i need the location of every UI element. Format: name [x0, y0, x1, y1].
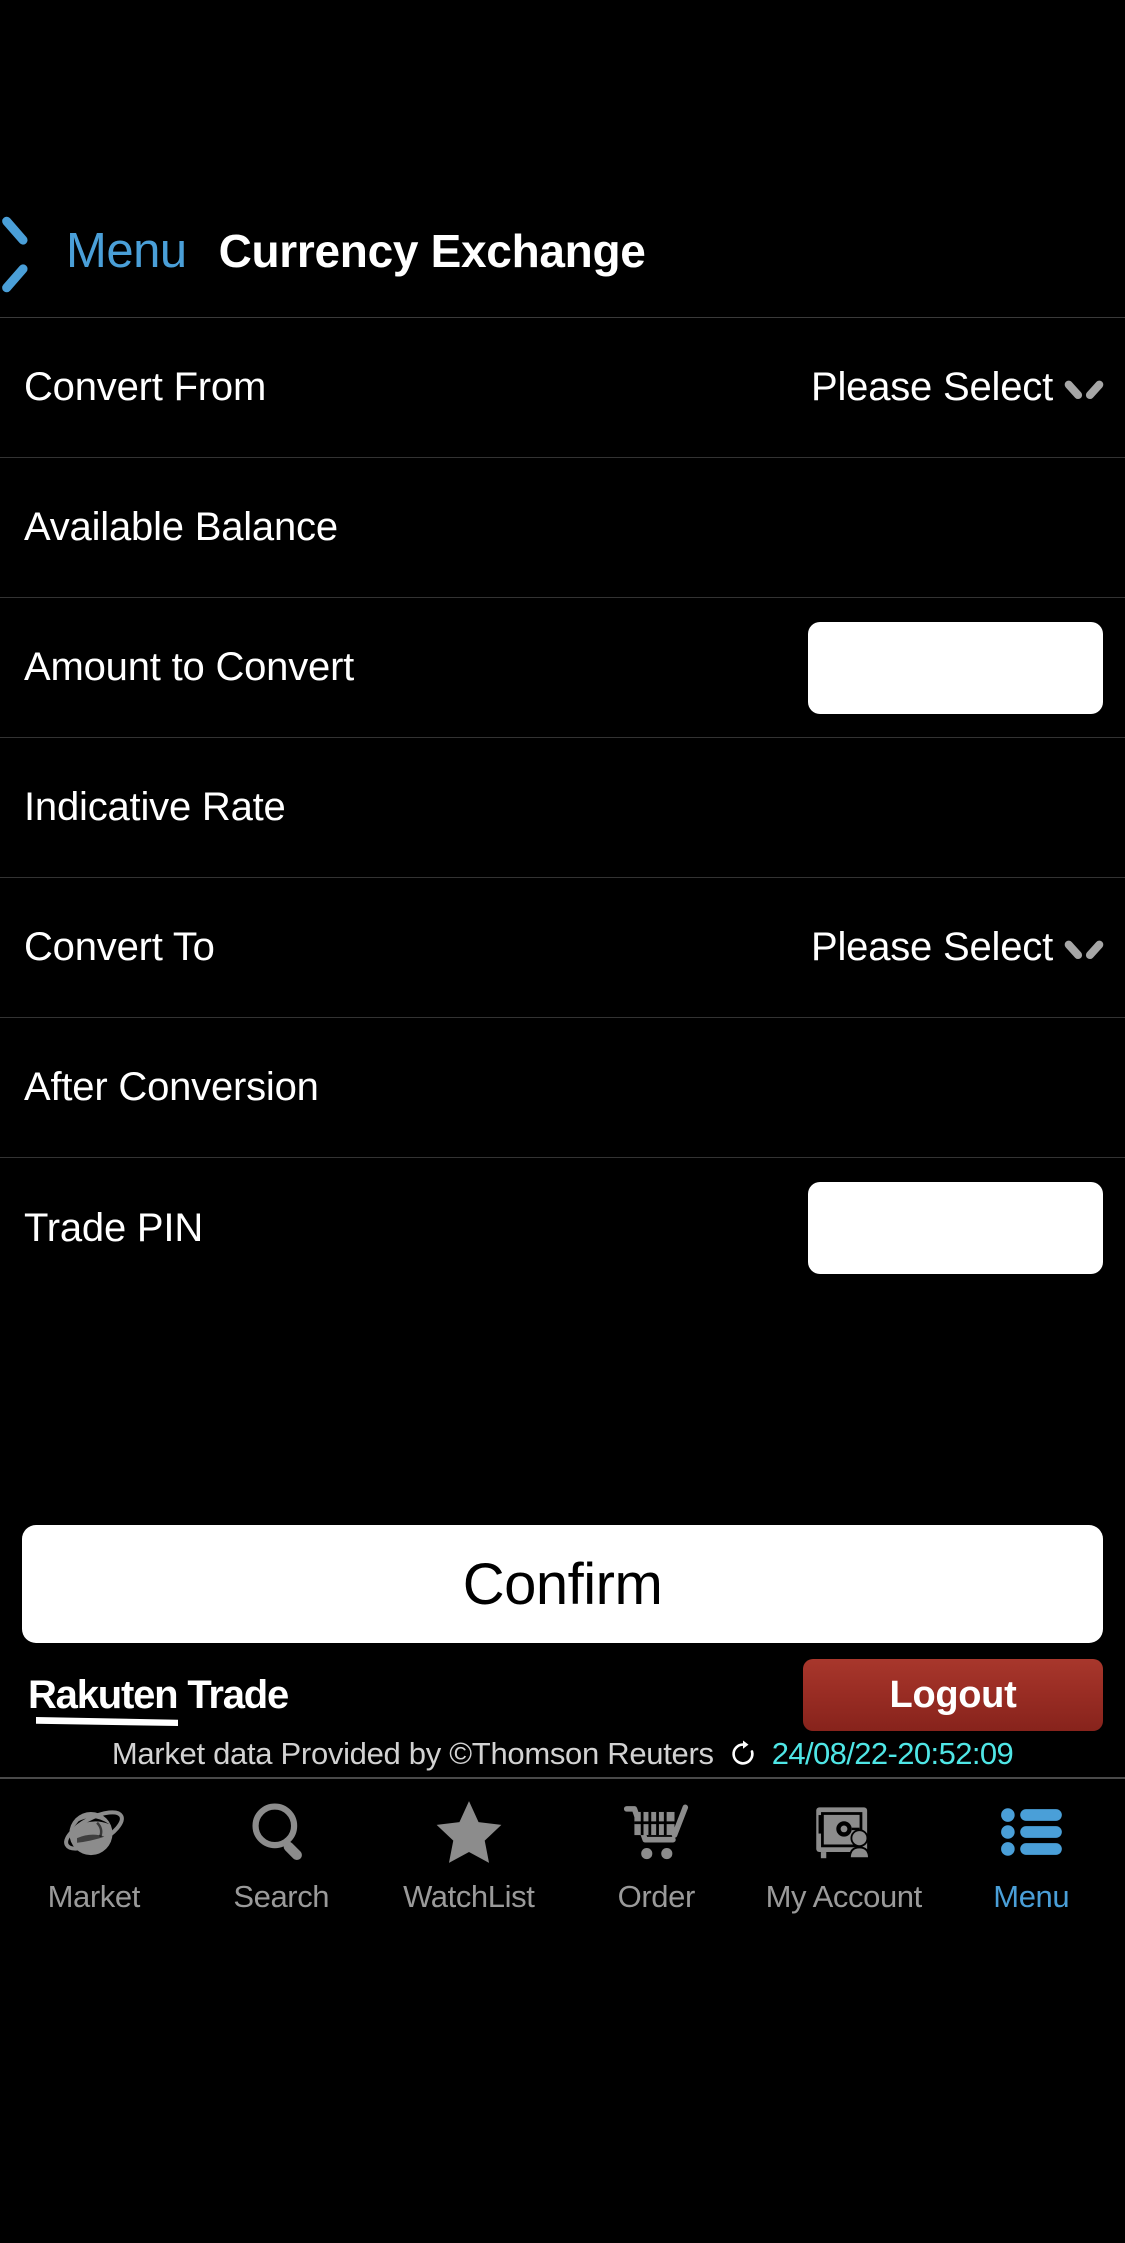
row-amount-to-convert: Amount to Convert — [0, 598, 1125, 738]
refresh-icon[interactable] — [728, 1739, 758, 1769]
market-data-note: Market data Provided by ©Thomson Reuters — [111, 1736, 714, 1771]
convert-to-value: Please Select — [811, 925, 1053, 969]
home-indicator-spacer — [0, 1954, 1125, 2069]
nav-item-watchlist[interactable]: WatchList — [375, 1793, 563, 1915]
row-convert-from[interactable]: Convert From Please Select — [0, 318, 1125, 458]
page-title: Currency Exchange — [218, 225, 646, 277]
nav-label: Search — [233, 1879, 330, 1914]
market-data-footer: Market data Provided by ©Thomson Reuters… — [0, 1731, 1125, 1779]
bottom-navigation: Market Search WatchList Order My Account… — [0, 1779, 1125, 1954]
status-bar-spacer — [0, 0, 1125, 185]
nav-label: WatchList — [403, 1879, 535, 1914]
brand-bar: Rakuten Trade Logout — [0, 1659, 1125, 1731]
chevron-down-icon — [1069, 939, 1099, 957]
chevron-down-icon — [1069, 379, 1099, 397]
logo-swoosh-icon — [36, 1717, 178, 1726]
nav-item-market[interactable]: Market — [0, 1793, 188, 1915]
content-filler — [0, 1298, 1125, 1525]
row-label: After Conversion — [24, 1065, 319, 1109]
nav-item-search[interactable]: Search — [188, 1793, 376, 1915]
globe-icon — [57, 1793, 131, 1871]
logo-text: Rakuten Trade — [28, 1673, 289, 1717]
row-label: Convert From — [24, 365, 267, 409]
row-label: Trade PIN — [24, 1205, 204, 1250]
back-button-label: Menu — [66, 224, 187, 278]
star-icon — [432, 1793, 506, 1871]
cart-icon — [619, 1793, 693, 1871]
convert-from-value: Please Select — [811, 365, 1053, 409]
row-label: Convert To — [24, 925, 215, 969]
rakuten-trade-logo: Rakuten Trade — [28, 1673, 289, 1726]
chevron-left-icon — [22, 227, 52, 275]
nav-label: Order — [617, 1879, 696, 1914]
convert-from-select[interactable]: Please Select — [811, 365, 1103, 410]
back-to-menu-button[interactable]: Menu — [22, 223, 187, 279]
amount-to-convert-input[interactable] — [808, 621, 1103, 714]
row-label: Available Balance — [24, 505, 338, 549]
row-available-balance: Available Balance — [0, 458, 1125, 598]
convert-to-select[interactable]: Please Select — [811, 925, 1103, 970]
app-screen: Menu Currency Exchange Convert From Plea… — [0, 0, 1125, 2243]
list-menu-icon — [994, 1793, 1068, 1871]
safe-icon — [807, 1793, 881, 1871]
row-after-conversion: After Conversion — [0, 1018, 1125, 1158]
nav-item-my-account[interactable]: My Account — [750, 1793, 938, 1915]
row-trade-pin: Trade PIN — [0, 1158, 1125, 1298]
search-icon — [244, 1793, 318, 1871]
row-label: Indicative Rate — [24, 785, 286, 829]
nav-label: Menu — [993, 1879, 1070, 1914]
nav-label: Market — [47, 1879, 141, 1914]
confirm-button[interactable]: Confirm — [22, 1525, 1103, 1643]
nav-item-menu[interactable]: Menu — [938, 1793, 1125, 1915]
logout-button[interactable]: Logout — [803, 1659, 1103, 1731]
nav-label: My Account — [765, 1879, 923, 1914]
row-indicative-rate: Indicative Rate — [0, 738, 1125, 878]
trade-pin-input[interactable] — [808, 1182, 1103, 1274]
page-header: Menu Currency Exchange — [0, 185, 1125, 318]
currency-exchange-form: Convert From Please Select Available Bal… — [0, 318, 1125, 1298]
row-label: Amount to Convert — [24, 645, 355, 689]
last-update-timestamp: 24/08/22-20:52:09 — [771, 1736, 1014, 1771]
nav-item-order[interactable]: Order — [563, 1793, 751, 1915]
confirm-button-container: Confirm — [0, 1525, 1125, 1643]
row-convert-to[interactable]: Convert To Please Select — [0, 878, 1125, 1018]
